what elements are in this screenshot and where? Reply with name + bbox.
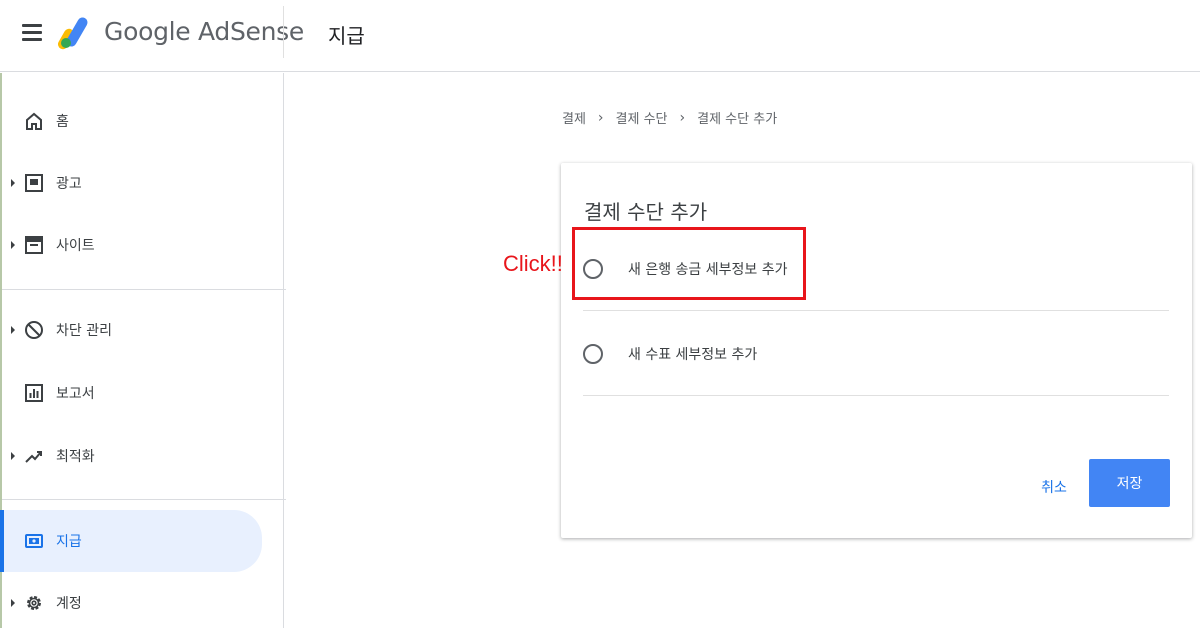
expand-caret-icon[interactable] xyxy=(11,241,15,249)
radio-button[interactable] xyxy=(583,259,603,279)
breadcrumb: 결제 › 결제 수단 › 결제 수단 추가 xyxy=(562,108,778,128)
sidebar-item-home[interactable]: 홈 xyxy=(2,93,272,149)
sidebar: 홈 광고 사이트 차단 관리 보고서 최적화 지급 계정 xyxy=(0,73,286,628)
sidebar-item-label: 최적화 xyxy=(56,449,95,465)
radio-button[interactable] xyxy=(583,344,603,364)
sidebar-item-label: 사이트 xyxy=(56,238,95,254)
sidebar-item-optimization[interactable]: 최적화 xyxy=(2,428,272,484)
add-payment-method-card: 결제 수단 추가 새 은행 송금 세부정보 추가 새 수표 세부정보 추가 취소… xyxy=(561,163,1192,538)
card-divider xyxy=(583,310,1169,311)
sidebar-item-payments[interactable]: 지급 xyxy=(0,510,262,572)
home-icon xyxy=(26,112,42,130)
breadcrumb-item-payments[interactable]: 결제 xyxy=(562,108,586,127)
sidebar-item-label: 차단 관리 xyxy=(56,323,112,339)
sidebar-item-ads[interactable]: 광고 xyxy=(2,155,272,211)
page-title: 지급 xyxy=(328,24,365,48)
payments-icon xyxy=(25,534,43,548)
expand-caret-icon[interactable] xyxy=(11,326,15,334)
sidebar-item-account[interactable]: 계정 xyxy=(2,575,272,628)
adsense-logo-icon xyxy=(58,17,88,50)
expand-caret-icon[interactable] xyxy=(11,599,15,607)
sidebar-item-label: 보고서 xyxy=(56,386,95,402)
chevron-right-icon: › xyxy=(679,109,686,126)
chevron-right-icon: › xyxy=(597,109,604,126)
reports-icon xyxy=(25,384,43,402)
sidebar-item-label: 광고 xyxy=(56,176,82,192)
adsense-app: Google AdSense 지급 홈 광고 사이트 차단 관리 보고서 최적화… xyxy=(0,0,1200,628)
option-label: 새 수표 세부정보 추가 xyxy=(628,347,758,363)
card-divider xyxy=(583,395,1169,396)
trending-up-icon xyxy=(25,451,42,463)
sidebar-item-label: 홈 xyxy=(56,114,69,130)
save-button[interactable]: 저장 xyxy=(1089,459,1170,507)
cancel-button[interactable]: 취소 xyxy=(1029,469,1079,505)
breadcrumb-item-current: 결제 수단 추가 xyxy=(697,112,778,127)
card-title: 결제 수단 추가 xyxy=(584,200,708,224)
top-app-bar: Google AdSense 지급 xyxy=(0,0,1200,72)
header-divider xyxy=(283,6,284,58)
breadcrumb-item-payment-methods[interactable]: 결제 수단 xyxy=(616,108,668,127)
sidebar-divider xyxy=(2,499,286,500)
sidebar-item-reports[interactable]: 보고서 xyxy=(2,365,272,421)
click-annotation: Click!! xyxy=(503,251,563,276)
option-check[interactable]: 새 수표 세부정보 추가 xyxy=(583,324,1169,384)
active-indicator xyxy=(0,510,4,572)
expand-caret-icon[interactable] xyxy=(11,179,15,187)
block-icon xyxy=(25,321,43,339)
menu-icon[interactable] xyxy=(22,24,42,42)
ad-unit-icon xyxy=(25,174,43,192)
sidebar-item-sites[interactable]: 사이트 xyxy=(2,217,272,273)
option-bank-transfer[interactable]: 새 은행 송금 세부정보 추가 xyxy=(583,239,1169,299)
sidebar-item-label: 계정 xyxy=(56,596,82,612)
sidebar-item-blocking-controls[interactable]: 차단 관리 xyxy=(2,302,272,358)
option-label: 새 은행 송금 세부정보 추가 xyxy=(628,262,788,278)
sidebar-divider xyxy=(2,289,286,290)
brand-name: Google AdSense xyxy=(104,17,304,46)
sites-icon xyxy=(25,236,43,254)
sidebar-item-label: 지급 xyxy=(56,534,82,550)
gear-icon xyxy=(27,596,41,610)
expand-caret-icon[interactable] xyxy=(11,452,15,460)
